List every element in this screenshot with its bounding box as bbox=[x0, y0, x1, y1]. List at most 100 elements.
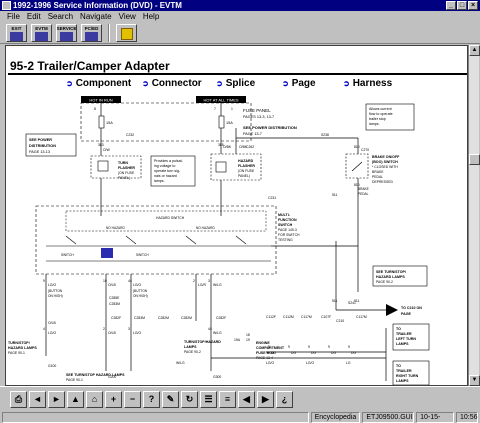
vertical-scrollbar[interactable]: ▲ ▼ bbox=[468, 45, 480, 386]
circuit-number: 511 bbox=[332, 299, 338, 303]
fuse-icon bbox=[98, 115, 105, 129]
print-icon[interactable]: ⎙ bbox=[10, 390, 27, 408]
wire-color: W/LG bbox=[213, 283, 222, 287]
service-button[interactable]: SERVICE bbox=[56, 23, 77, 42]
status-time: 10:56 bbox=[456, 411, 478, 423]
button-note-3: (BUTTON bbox=[133, 289, 148, 293]
mf-switch-5: FOR SWITCH bbox=[278, 233, 300, 237]
nav-harness[interactable]: ➲ Harness bbox=[343, 78, 423, 89]
zoom-in-icon[interactable]: + bbox=[105, 390, 122, 408]
circuit-number: 385 bbox=[218, 143, 224, 147]
mf-switch-4: PAGE 149-3 bbox=[278, 228, 297, 232]
trailer-left-1: TO bbox=[396, 327, 401, 331]
home-icon[interactable]: ⌂ bbox=[86, 390, 103, 408]
window-title: 1992-1996 Service Information (DVD) - EV… bbox=[13, 1, 182, 10]
circuit-number: 511 bbox=[332, 193, 338, 197]
up-icon[interactable]: ▲ bbox=[67, 390, 84, 408]
trailer-left-4: LAMPS bbox=[396, 342, 409, 346]
nav-connector[interactable]: ➲ Connector bbox=[142, 78, 216, 89]
brake-switch-2: (BOO) SWITCH bbox=[372, 160, 398, 164]
exit-label: EXIT bbox=[11, 25, 22, 31]
hazard-flasher-2: FLASHER bbox=[238, 164, 255, 168]
scroll-down-icon[interactable]: ▼ bbox=[469, 375, 480, 386]
mf-switch-6: TESTING bbox=[278, 238, 293, 242]
see-power-dist-left-2: DISTRIBUTION bbox=[29, 144, 56, 148]
status-mode: Encyclopedia bbox=[310, 411, 361, 423]
menu-view[interactable]: View bbox=[116, 12, 140, 21]
service-label: SERVICE bbox=[56, 25, 77, 31]
turn-flasher-3: (ON FUSE bbox=[118, 171, 135, 175]
hazard-flasher-4: PANEL) bbox=[238, 174, 250, 178]
help-icon[interactable]: ¿ bbox=[276, 390, 293, 408]
forward-icon[interactable]: ► bbox=[48, 390, 65, 408]
circuit-number: 9 bbox=[43, 279, 45, 283]
fuse-panel-label: FUSE PANEL bbox=[243, 108, 271, 113]
menu-bar: File Edit Search Navigate View Help bbox=[0, 11, 480, 22]
wire-color: O/LB bbox=[108, 283, 116, 287]
connector-label: C282M bbox=[158, 316, 169, 320]
hazard-flasher-3: (ON FUSE bbox=[238, 169, 255, 173]
pced-button[interactable]: PC/ED bbox=[81, 23, 102, 42]
connector-label: C282F bbox=[216, 316, 226, 320]
wire-color: O/BK bbox=[239, 145, 248, 149]
turn-flasher-1: TURN bbox=[118, 161, 128, 165]
turn-stop-haz-mid-1: TURN/STOP/HAZARD bbox=[184, 340, 221, 344]
circuit-number: 9 bbox=[268, 345, 270, 349]
see-turn-stop-bottom-2: PAGE 90-1 bbox=[66, 378, 83, 382]
book-button[interactable] bbox=[116, 23, 137, 42]
evtm-button[interactable]: EVTM bbox=[31, 23, 52, 42]
turn-stop-haz-left-3: PAGE 90-1 bbox=[8, 351, 25, 355]
nav-component[interactable]: ➲ Component bbox=[66, 78, 142, 89]
circuit-number: 2 bbox=[103, 327, 105, 331]
nav-splice[interactable]: ➲ Splice bbox=[216, 78, 282, 89]
engine-fuse-box-4: PAGE 13-4 bbox=[256, 356, 273, 360]
circuit-number: 810 bbox=[354, 145, 360, 149]
scroll-up-icon[interactable]: ▲ bbox=[469, 45, 480, 56]
pedal-label: PEDAL bbox=[358, 192, 369, 196]
brake-note-4: lamps. bbox=[369, 122, 380, 126]
circuit-number: 511 bbox=[354, 299, 360, 303]
refresh-icon[interactable]: ↻ bbox=[181, 390, 198, 408]
circuit-number: 44 bbox=[208, 327, 212, 331]
circuit-number: 4 bbox=[43, 327, 45, 331]
pulse-note-3: operate turn sig- bbox=[154, 169, 181, 173]
ground-label: G200 bbox=[108, 375, 116, 379]
find-icon[interactable]: ? bbox=[143, 390, 160, 408]
next-page-icon[interactable]: ▶ bbox=[257, 390, 274, 408]
title-divider bbox=[8, 73, 467, 75]
app-icon[interactable] bbox=[2, 1, 11, 10]
minimize-button[interactable]: _ bbox=[446, 1, 456, 10]
connector-label: C262 bbox=[246, 145, 254, 149]
prev-page-icon[interactable]: ◀ bbox=[238, 390, 255, 408]
exit-button[interactable]: EXIT bbox=[6, 23, 27, 42]
hazard-switch-box bbox=[65, 210, 267, 232]
back-icon[interactable]: ◄ bbox=[29, 390, 46, 408]
scroll-thumb[interactable] bbox=[469, 154, 480, 165]
list-icon[interactable]: ≡ bbox=[219, 390, 236, 408]
turn-stop-haz-left-2: HAZARD LAMPS bbox=[8, 346, 37, 350]
wire-color: O/LB bbox=[108, 331, 116, 335]
nav-page[interactable]: ➲ Page bbox=[282, 78, 343, 89]
hazard-switch-label: HAZARD SWITCH bbox=[156, 216, 185, 220]
menu-help[interactable]: Help bbox=[140, 12, 163, 21]
exit-icon bbox=[10, 31, 23, 41]
bookmark-icon[interactable]: ✎ bbox=[162, 390, 179, 408]
menu-navigate[interactable]: Navigate bbox=[77, 12, 116, 21]
connector-label: C282M bbox=[181, 316, 192, 320]
connector-label: C285E bbox=[109, 296, 120, 300]
see-turn-stop-right-2: HAZARD LAMPS bbox=[376, 275, 405, 279]
menu-edit[interactable]: Edit bbox=[24, 12, 45, 21]
splice-label: S238 bbox=[321, 133, 329, 137]
menu-file[interactable]: File bbox=[4, 12, 24, 21]
hand-cursor-icon bbox=[101, 248, 113, 258]
zoom-out-icon[interactable]: − bbox=[124, 390, 141, 408]
status-date: 10-15-2008 bbox=[416, 411, 454, 423]
evtm-icon bbox=[35, 31, 48, 41]
close-button[interactable]: × bbox=[468, 1, 478, 10]
engine-fuse-box-2: COMPARTMENT bbox=[256, 346, 285, 350]
see-turn-stop-right-3: PAGE 90-2 bbox=[376, 280, 393, 284]
menu-search[interactable]: Search bbox=[45, 12, 77, 21]
toolbar-separator bbox=[108, 23, 110, 42]
contents-icon[interactable]: ☰ bbox=[200, 390, 217, 408]
maximize-button[interactable]: □ bbox=[457, 1, 467, 10]
